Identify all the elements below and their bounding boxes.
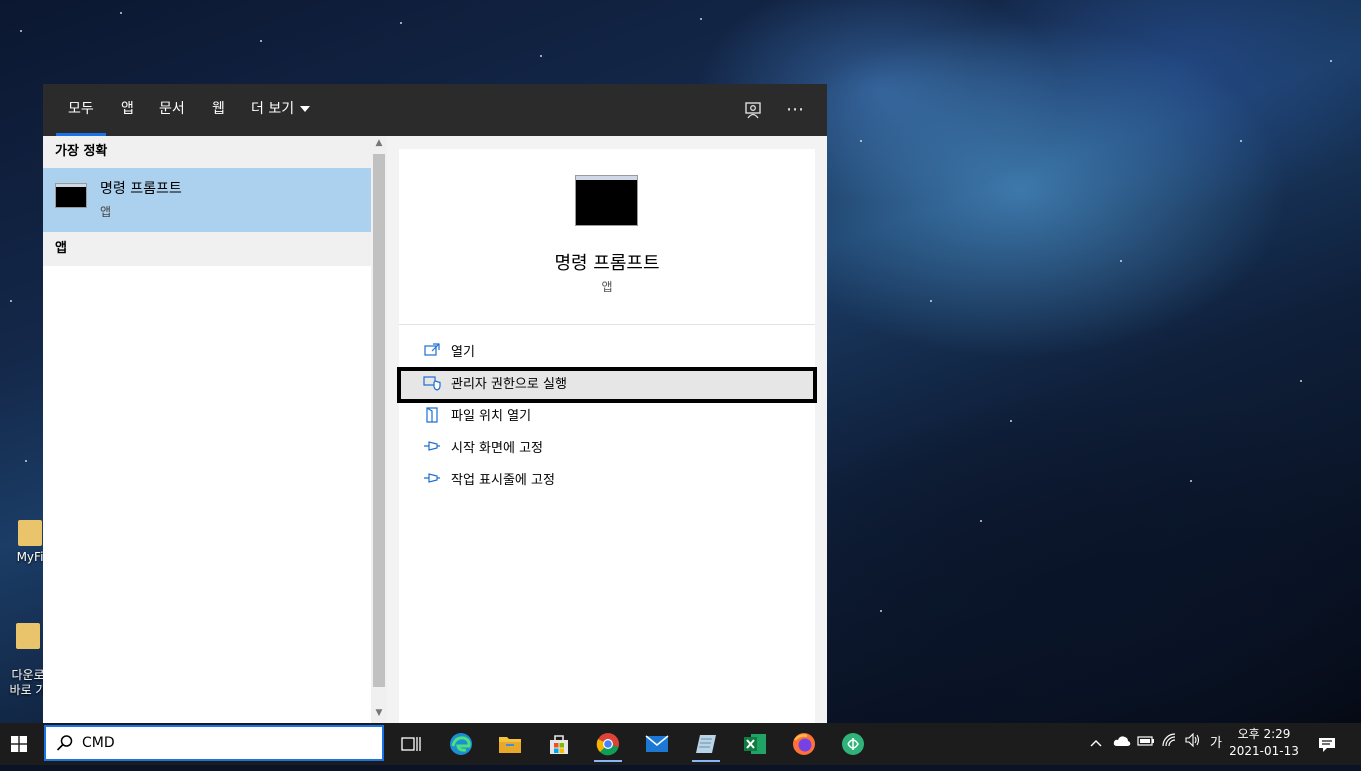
action-label: 열기 bbox=[451, 345, 475, 360]
task-view-icon bbox=[401, 737, 421, 751]
onedrive-button[interactable] bbox=[1113, 723, 1131, 765]
best-match-result[interactable]: 명령 프롬프트 앱 bbox=[43, 168, 371, 232]
scroll-thumb[interactable] bbox=[373, 154, 385, 687]
cloud-icon bbox=[1113, 736, 1131, 746]
speaker-icon bbox=[1185, 732, 1200, 748]
search-icon bbox=[56, 735, 73, 751]
best-match-subtitle: 앱 bbox=[100, 205, 112, 219]
folder-icon bbox=[18, 520, 42, 546]
detail-divider bbox=[399, 324, 815, 325]
action-open-file-location[interactable]: 파일 위치 열기 bbox=[399, 401, 815, 433]
chevron-down-icon bbox=[300, 106, 311, 112]
search-input[interactable] bbox=[82, 727, 362, 759]
action-label: 시작 화면에 고정 bbox=[451, 441, 543, 456]
chevron-up-icon bbox=[1090, 740, 1102, 747]
firefox-app[interactable] bbox=[784, 726, 824, 762]
battery-icon bbox=[1137, 736, 1154, 746]
task-view-button[interactable] bbox=[391, 726, 431, 762]
detail-subtitle: 앱 bbox=[601, 280, 613, 294]
search-panel: 모두 앱 문서 웹 더 보기 ⋯ 가장 정확 명령 프롬프트 앱 앱 ▲ ▼ 명… bbox=[43, 84, 827, 723]
shortcut-folder-icon bbox=[16, 623, 40, 649]
store-icon bbox=[550, 735, 568, 754]
more-options-button[interactable]: ⋯ bbox=[779, 94, 811, 126]
taskbar: 가 오후 2:29 2021-01-13 bbox=[0, 723, 1361, 765]
more-options-icon: ⋯ bbox=[786, 99, 804, 120]
notifications-icon bbox=[1319, 738, 1335, 752]
store-app[interactable] bbox=[539, 726, 579, 762]
feedback-button[interactable] bbox=[737, 94, 769, 126]
open-icon bbox=[423, 343, 441, 361]
file-explorer-app[interactable] bbox=[490, 726, 530, 762]
detail-title: 명령 프롬프트 bbox=[554, 253, 660, 274]
taskbar-search-box[interactable] bbox=[44, 725, 384, 761]
scroll-down-icon[interactable]: ▼ bbox=[371, 708, 387, 718]
command-prompt-large-icon bbox=[575, 175, 638, 226]
network-button[interactable] bbox=[1162, 723, 1178, 765]
volume-button[interactable] bbox=[1185, 723, 1201, 765]
run-as-admin-icon bbox=[423, 375, 441, 393]
chrome-app[interactable] bbox=[588, 726, 628, 762]
action-pin-to-taskbar[interactable]: 작업 표시줄에 고정 bbox=[399, 465, 815, 497]
mail-icon bbox=[645, 735, 669, 752]
excel-app[interactable] bbox=[735, 726, 775, 762]
feedback-icon bbox=[745, 102, 761, 119]
command-prompt-icon bbox=[55, 183, 87, 208]
edge-icon bbox=[450, 733, 472, 755]
input-method-indicator[interactable]: 가 bbox=[1210, 723, 1222, 765]
action-center-button[interactable] bbox=[1318, 723, 1340, 765]
notepad-app[interactable] bbox=[686, 726, 726, 762]
other-app-icon bbox=[842, 733, 864, 755]
action-run-as-admin[interactable]: 관리자 권한으로 실행 bbox=[397, 367, 817, 403]
windows-logo-icon bbox=[11, 736, 27, 752]
apps-heading: 앱 bbox=[43, 232, 371, 266]
other-app[interactable] bbox=[833, 726, 873, 762]
tab-all[interactable]: 모두 bbox=[56, 84, 106, 136]
action-label: 작업 표시줄에 고정 bbox=[451, 473, 555, 488]
scroll-up-icon[interactable]: ▲ bbox=[371, 138, 387, 148]
best-match-title: 명령 프롬프트 bbox=[100, 181, 182, 197]
battery-button[interactable] bbox=[1137, 723, 1155, 765]
mail-app[interactable] bbox=[637, 726, 677, 762]
action-pin-to-start[interactable]: 시작 화면에 고정 bbox=[399, 433, 815, 465]
action-label: 관리자 권한으로 실행 bbox=[451, 377, 567, 392]
pin-icon bbox=[423, 439, 441, 457]
firefox-icon bbox=[793, 733, 815, 755]
detail-card: 명령 프롬프트 앱 열기 관리자 권한으로 실행 파일 위치 열기 시작 화면에… bbox=[397, 149, 817, 723]
file-explorer-icon bbox=[499, 737, 521, 753]
edge-app[interactable] bbox=[441, 726, 481, 762]
clock-date: 2021-01-13 bbox=[1229, 744, 1299, 758]
tab-web[interactable]: 웹 bbox=[200, 84, 237, 136]
action-label: 파일 위치 열기 bbox=[451, 409, 532, 424]
search-panel-header: 모두 앱 문서 웹 더 보기 ⋯ bbox=[43, 84, 827, 136]
excel-icon bbox=[744, 734, 766, 754]
tab-more[interactable]: 더 보기 bbox=[239, 84, 324, 136]
results-scrollbar[interactable]: ▲ ▼ bbox=[371, 136, 387, 723]
notepad-icon bbox=[696, 735, 716, 753]
action-open[interactable]: 열기 bbox=[399, 337, 815, 369]
detail-pane: 명령 프롬프트 앱 열기 관리자 권한으로 실행 파일 위치 열기 시작 화면에… bbox=[387, 136, 827, 723]
tab-documents[interactable]: 문서 bbox=[147, 84, 197, 136]
file-location-icon bbox=[423, 407, 441, 425]
wifi-icon bbox=[1162, 733, 1176, 747]
tab-more-label: 더 보기 bbox=[251, 101, 295, 117]
chrome-icon bbox=[596, 733, 619, 756]
clock-time: 오후 2:29 bbox=[1237, 727, 1291, 741]
tab-apps[interactable]: 앱 bbox=[109, 84, 146, 136]
show-hidden-icons-button[interactable] bbox=[1090, 723, 1102, 765]
clock[interactable]: 오후 2:29 2021-01-13 bbox=[1222, 726, 1306, 760]
start-button[interactable] bbox=[0, 723, 42, 765]
results-list: 가장 정확 명령 프롬프트 앱 앱 bbox=[43, 136, 371, 723]
pin-icon bbox=[423, 471, 441, 489]
best-match-heading: 가장 정확 bbox=[43, 136, 371, 168]
